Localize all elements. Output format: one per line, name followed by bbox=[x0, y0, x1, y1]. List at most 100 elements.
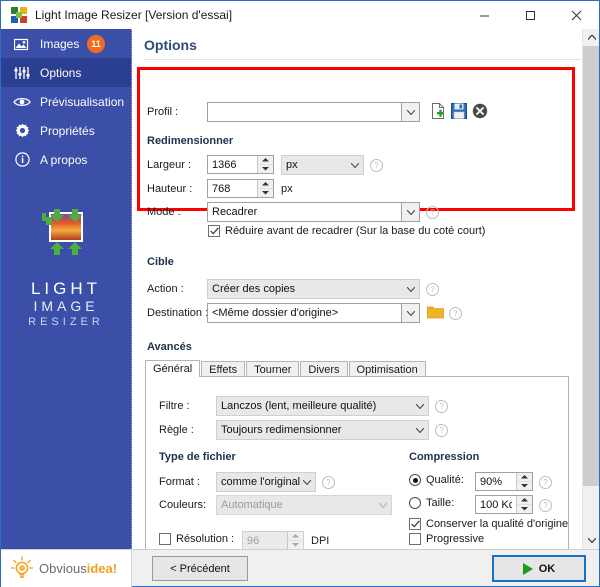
spin-down-icon[interactable] bbox=[517, 505, 532, 513]
regle-combo-value: Toujours redimensionner bbox=[221, 424, 342, 436]
mode-label: Mode : bbox=[147, 206, 181, 218]
back-button-label: < Précédent bbox=[170, 562, 230, 575]
destination-combo-value: <Même dossier d'origine> bbox=[212, 307, 339, 319]
ok-button[interactable]: OK bbox=[492, 555, 586, 582]
taille-spin-buttons[interactable] bbox=[516, 496, 532, 513]
minimize-icon[interactable] bbox=[461, 1, 507, 29]
chevron-down-icon bbox=[411, 397, 428, 415]
resolution-checkbox[interactable]: Résolution : bbox=[159, 533, 234, 545]
spin-up-icon[interactable] bbox=[517, 496, 532, 505]
help-icon[interactable]: ? bbox=[426, 283, 439, 296]
images-count-badge: 11 bbox=[87, 34, 105, 53]
app-logo-icon bbox=[11, 7, 27, 23]
chevron-down-icon bbox=[401, 203, 419, 221]
mode-combo-value: Recadrer bbox=[212, 206, 258, 218]
help-icon[interactable]: ? bbox=[435, 400, 448, 413]
checkbox-checked-icon bbox=[208, 225, 220, 237]
folder-icon[interactable] bbox=[426, 303, 444, 321]
sidebar-item-images[interactable]: Images 11 bbox=[1, 29, 131, 58]
obviousidea-branding: Obviousidea! bbox=[1, 550, 132, 587]
width-unit-value: px bbox=[286, 159, 298, 171]
sidebar-item-proprietes[interactable]: Propriétés bbox=[1, 116, 131, 145]
lightbulb-icon bbox=[9, 555, 35, 582]
qualite-spinner[interactable] bbox=[475, 472, 533, 491]
tab-tourner[interactable]: Tourner bbox=[246, 361, 300, 377]
window-title: Light Image Resizer [Version d'essai] bbox=[35, 8, 233, 22]
chevron-down-icon bbox=[401, 103, 419, 121]
chevron-down-icon bbox=[298, 473, 315, 491]
conserver-qualite-checkbox[interactable]: Conserver la qualité d'origine bbox=[409, 518, 568, 530]
scrollbar-thumb[interactable] bbox=[583, 46, 599, 486]
close-icon[interactable] bbox=[553, 1, 599, 29]
checkbox-unchecked-icon bbox=[159, 533, 171, 545]
destination-label: Destination : bbox=[147, 307, 209, 319]
mode-combo[interactable]: Recadrer bbox=[207, 202, 420, 222]
profil-combo[interactable] bbox=[207, 102, 420, 122]
format-combo[interactable]: comme l'original bbox=[216, 472, 316, 492]
progressive-checkbox[interactable]: Progressive bbox=[409, 533, 484, 545]
sidebar-item-label: Propriétés bbox=[40, 123, 95, 138]
back-button[interactable]: < Précédent bbox=[152, 556, 248, 581]
help-icon[interactable]: ? bbox=[539, 499, 552, 512]
tab-effets[interactable]: Effets bbox=[201, 361, 246, 377]
largeur-spinner[interactable] bbox=[207, 155, 274, 174]
help-icon[interactable]: ? bbox=[539, 476, 552, 489]
hauteur-spinner[interactable] bbox=[207, 179, 274, 198]
maximize-icon[interactable] bbox=[507, 1, 553, 29]
chevron-up-icon[interactable] bbox=[583, 29, 599, 46]
largeur-label: Largeur : bbox=[147, 159, 192, 171]
tab-general[interactable]: Général bbox=[145, 360, 201, 377]
couleurs-label: Couleurs: bbox=[159, 499, 207, 511]
help-icon[interactable]: ? bbox=[322, 476, 335, 489]
new-profile-icon[interactable] bbox=[429, 102, 447, 120]
action-combo[interactable]: Créer des copies bbox=[207, 279, 420, 299]
reduire-avant-recadrer-checkbox[interactable]: Réduire avant de recadrer (Sur la base d… bbox=[208, 225, 485, 237]
spin-down-icon[interactable] bbox=[258, 189, 273, 197]
destination-combo[interactable]: <Même dossier d'origine> bbox=[207, 303, 420, 323]
width-unit-combo[interactable]: px bbox=[281, 155, 364, 175]
checkbox-checked-icon bbox=[409, 518, 421, 530]
save-profile-icon[interactable] bbox=[450, 102, 468, 120]
obviousidea-part1: Obvious bbox=[39, 561, 87, 576]
help-icon[interactable]: ? bbox=[370, 159, 383, 172]
height-unit-label: px bbox=[281, 183, 293, 195]
help-icon[interactable]: ? bbox=[426, 206, 439, 219]
sidebar-item-a-propos[interactable]: A propos bbox=[1, 145, 131, 174]
taille-spinner[interactable] bbox=[475, 495, 533, 514]
resolution-label: Résolution : bbox=[176, 533, 235, 545]
radio-unselected-icon bbox=[409, 497, 421, 509]
images-icon bbox=[13, 35, 31, 53]
bottom-bar: Obviousidea! < Précédent OK bbox=[1, 549, 599, 587]
help-icon[interactable]: ? bbox=[435, 424, 448, 437]
help-icon[interactable]: ? bbox=[449, 307, 462, 320]
brand-line-1: LIGHT bbox=[30, 279, 102, 298]
taille-radio[interactable]: Taille: bbox=[409, 497, 454, 509]
sidebar-item-previsualisation[interactable]: Prévisualisation bbox=[1, 87, 131, 116]
vertical-scrollbar[interactable] bbox=[582, 29, 599, 549]
resolution-spinner bbox=[242, 531, 304, 549]
spin-up-icon[interactable] bbox=[258, 156, 273, 165]
chevron-down-icon[interactable] bbox=[583, 532, 599, 549]
hauteur-spin-buttons[interactable] bbox=[257, 180, 273, 197]
largeur-spin-buttons[interactable] bbox=[257, 156, 273, 173]
regle-label: Règle : bbox=[159, 424, 194, 436]
tab-divers[interactable]: Divers bbox=[300, 361, 348, 377]
sliders-icon bbox=[13, 64, 31, 82]
filtre-combo[interactable]: Lanczos (lent, meilleure qualité) bbox=[216, 396, 429, 416]
qualite-label: Qualité: bbox=[426, 474, 464, 486]
spin-up-icon[interactable] bbox=[258, 180, 273, 189]
spin-down-icon bbox=[288, 541, 303, 549]
sidebar-item-options[interactable]: Options bbox=[1, 58, 131, 87]
delete-profile-icon[interactable] bbox=[471, 102, 489, 120]
brand-image-icon bbox=[40, 209, 92, 257]
regle-combo[interactable]: Toujours redimensionner bbox=[216, 420, 429, 440]
tab-optimisation[interactable]: Optimisation bbox=[348, 361, 426, 377]
title-bar: Light Image Resizer [Version d'essai] bbox=[1, 1, 599, 30]
qualite-spin-buttons[interactable] bbox=[516, 473, 532, 490]
qualite-radio[interactable]: Qualité: bbox=[409, 474, 464, 486]
profil-label: Profil : bbox=[147, 106, 179, 118]
spin-down-icon[interactable] bbox=[517, 482, 532, 490]
spin-up-icon[interactable] bbox=[517, 473, 532, 482]
spin-down-icon[interactable] bbox=[258, 165, 273, 173]
app-window: Light Image Resizer [Version d'essai] Im… bbox=[0, 0, 600, 587]
